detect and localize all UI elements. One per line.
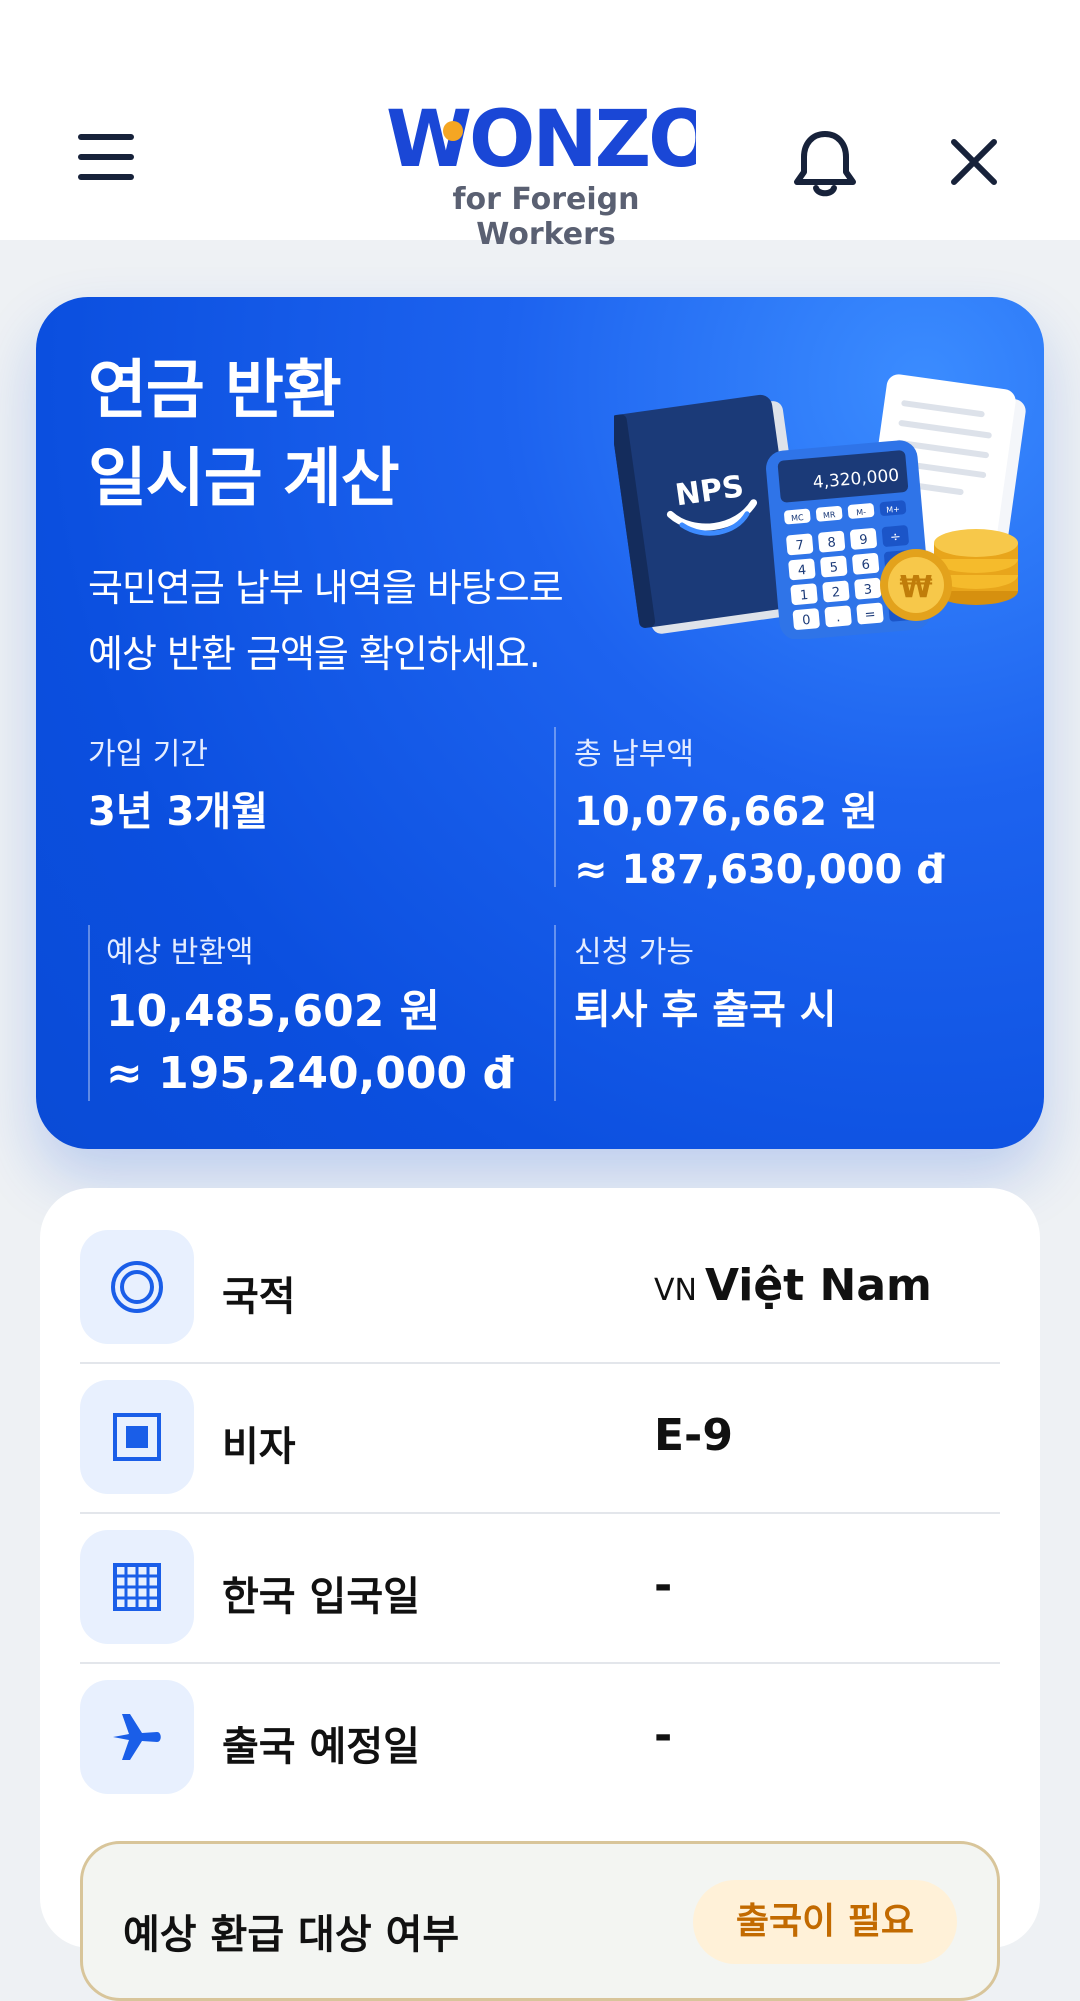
nationality-value: VN Việt Nam <box>654 1260 932 1311</box>
worker-info-card: 국적 VN Việt Nam 비자 E-9 한국 입국일 - 출국 예정일 - … <box>40 1188 1040 2001</box>
expected-refund-vnd: ≈ 195,240,000 đ <box>106 1048 514 1099</box>
visa-value: E-9 <box>654 1410 733 1461</box>
calc-key-label: 1 <box>799 588 809 604</box>
stop-square-icon <box>80 1380 194 1494</box>
target-icon <box>80 1230 194 1344</box>
refund-eligibility-badge: 출국이 필요 <box>693 1880 957 1964</box>
stat-divider <box>554 925 556 1101</box>
pension-refund-hero-card: 연금 반환 일시금 계산 국민연금 납부 내역을 바탕으로 예상 반환 금액을 … <box>36 297 1044 1149</box>
total-paid-vnd: ≈ 187,630,000 đ <box>574 847 945 893</box>
visa-label: 비자 <box>222 1424 296 1470</box>
bell-icon[interactable] <box>792 128 858 198</box>
subscription-period: 가입 기간 3년 3개월 <box>88 729 268 841</box>
apply-label: 신청 가능 <box>574 935 694 970</box>
calc-key-label: MC <box>791 513 805 523</box>
apply-value: 퇴사 후 출국 시 <box>574 987 837 1033</box>
calc-key-label: 8 <box>827 535 837 551</box>
total-paid: 총 납부액 10,076,662 원 ≈ 187,630,000 đ <box>574 729 945 899</box>
calc-key-label: ÷ <box>889 530 901 546</box>
row-divider <box>80 1512 1000 1514</box>
calc-key-label: 3 <box>863 582 873 598</box>
pension-calculator-illustration: NPS 4,320,000 MCMRM-M+789÷456×123-0.=+ ₩ <box>614 374 1026 639</box>
calc-key-label: 4 <box>797 563 807 579</box>
calendar-grid-icon <box>80 1530 194 1644</box>
calc-key-label: = <box>864 607 876 623</box>
refund-eligibility-box[interactable]: 예상 환급 대상 여부 출국이 필요 <box>80 1841 1000 2001</box>
hero-description: 국민연금 납부 내역을 바탕으로 예상 반환 금액을 확인하세요. <box>88 555 648 687</box>
calc-key-label: M- <box>856 508 867 518</box>
country-code: VN <box>654 1273 697 1308</box>
close-icon[interactable] <box>948 136 1000 188</box>
hero-desc-line2: 예상 반환 금액을 확인하세요. <box>88 632 541 676</box>
wonzo-logo[interactable]: WONZO for Foreign Workers <box>386 98 696 252</box>
entry-date-label: 한국 입국일 <box>222 1574 420 1620</box>
hero-title-line2: 일시금 계산 <box>88 442 400 516</box>
logo-wordmark: WONZO <box>386 98 696 180</box>
calc-key-label: 5 <box>829 560 839 576</box>
total-paid-krw: 10,076,662 원 <box>574 789 878 835</box>
expected-refund-label: 예상 반환액 <box>106 935 254 970</box>
hero-title-line1: 연금 반환 <box>88 354 342 428</box>
calc-key-label: 0 <box>802 613 812 629</box>
calc-key-label: MR <box>823 510 837 520</box>
stat-divider <box>554 727 556 887</box>
nationality-label: 국적 <box>222 1274 296 1320</box>
calc-key-label: 7 <box>795 538 805 554</box>
hero-title: 연금 반환 일시금 계산 <box>88 347 648 523</box>
svg-text:WONZO: WONZO <box>386 98 696 180</box>
stat-divider <box>88 925 90 1101</box>
calc-key-label: 6 <box>861 557 871 573</box>
period-label: 가입 기간 <box>88 737 208 772</box>
logo-subtitle: for Foreign Workers <box>452 182 640 252</box>
apply-availability: 신청 가능 퇴사 후 출국 시 <box>574 927 837 1039</box>
departure-date-label: 출국 예정일 <box>222 1724 420 1770</box>
period-value: 3년 3개월 <box>88 789 268 835</box>
expected-refund: 예상 반환액 10,485,602 원 ≈ 195,240,000 đ <box>106 927 514 1105</box>
total-paid-label: 총 납부액 <box>574 737 694 772</box>
info-row-entry-date[interactable]: 한국 입국일 - <box>80 1530 1000 1680</box>
row-divider <box>80 1662 1000 1664</box>
entry-date-value: - <box>654 1560 673 1611</box>
calc-key-label: 9 <box>859 533 869 549</box>
hamburger-menu-icon[interactable] <box>78 134 138 184</box>
app-header: WONZO for Foreign Workers <box>0 0 1080 252</box>
won-coin-symbol: ₩ <box>899 570 932 605</box>
info-row-visa[interactable]: 비자 E-9 <box>80 1380 1000 1530</box>
refund-eligibility-label: 예상 환급 대상 여부 <box>123 1912 460 1958</box>
info-row-nationality[interactable]: 국적 VN Việt Nam <box>80 1230 1000 1380</box>
hero-desc-line1: 국민연금 납부 내역을 바탕으로 <box>88 566 564 610</box>
country-name: Việt Nam <box>704 1260 932 1311</box>
airplane-icon <box>80 1680 194 1794</box>
expected-refund-krw: 10,485,602 원 <box>106 986 441 1037</box>
row-divider <box>80 1362 1000 1364</box>
calc-key-label: M+ <box>886 505 900 515</box>
calc-key-label: 2 <box>831 585 841 601</box>
info-row-departure-date[interactable]: 출국 예정일 - <box>80 1680 1000 1830</box>
departure-date-value: - <box>654 1710 673 1761</box>
